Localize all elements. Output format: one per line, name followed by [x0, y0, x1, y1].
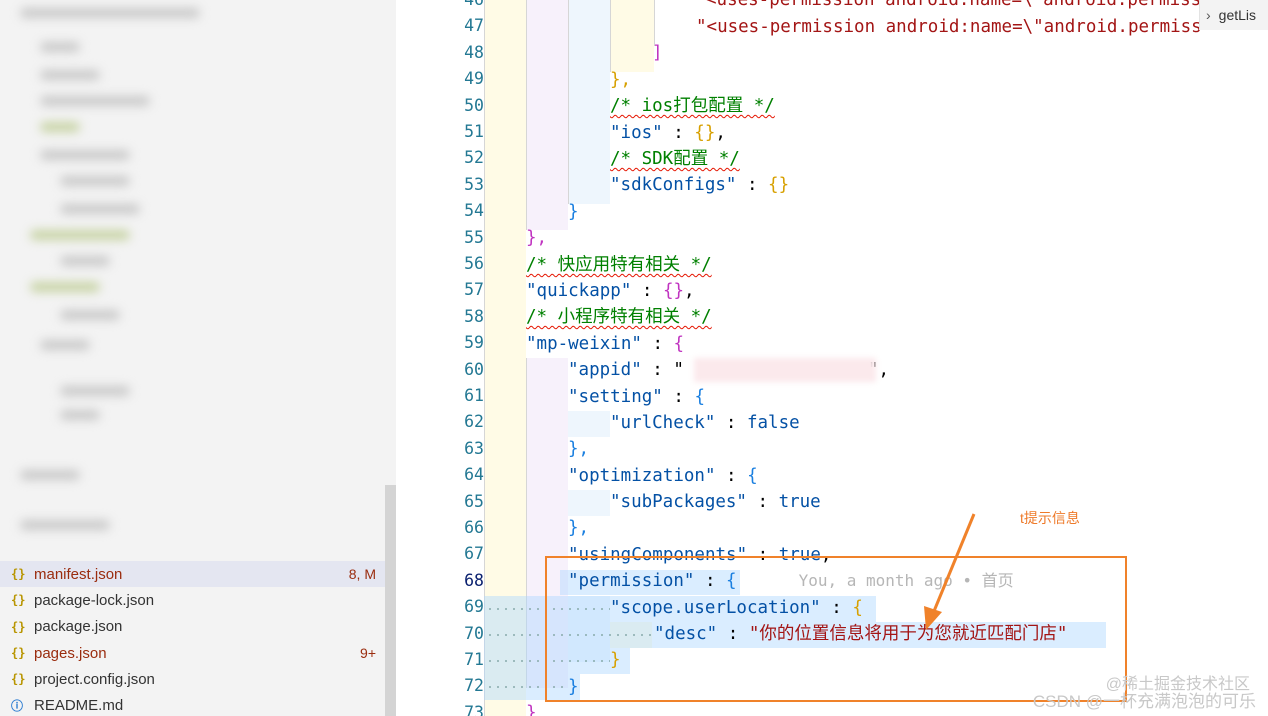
- problem-badge: 8, M: [348, 566, 376, 583]
- annotation-arrow-icon: [924, 513, 976, 630]
- file-name: README.md: [34, 697, 124, 715]
- file-name: manifest.json: [34, 565, 123, 583]
- file-list: {} manifest.json 8, M {} package-lock.js…: [0, 561, 385, 716]
- json-file-icon: {}: [11, 619, 26, 634]
- file-item-package-lock[interactable]: {} package-lock.json: [0, 587, 385, 613]
- code-editor[interactable]: 4647484950515253545556575859606162636465…: [396, 0, 1268, 716]
- file-item-pages[interactable]: {} pages.json 9+: [0, 640, 385, 666]
- file-item-readme[interactable]: ⓘ README.md: [0, 692, 385, 716]
- json-file-icon: {}: [11, 567, 26, 582]
- file-item-manifest[interactable]: {} manifest.json 8, M: [0, 561, 385, 588]
- sidebar-scrollbar[interactable]: [385, 485, 396, 716]
- watermark: CSDN @一杯充满泡泡的可乐: [1032, 692, 1256, 711]
- file-name: package.json: [34, 618, 123, 636]
- file-item-project-config[interactable]: {} project.config.json: [0, 666, 385, 692]
- file-name: package-lock.json: [34, 591, 155, 609]
- blurred-file-tree: [0, 0, 396, 556]
- json-file-icon: {}: [11, 672, 26, 687]
- problem-badge: 9+: [360, 645, 376, 662]
- file-name: pages.json: [34, 644, 107, 662]
- explorer-sidebar: {} manifest.json 8, M {} package-lock.js…: [0, 0, 396, 716]
- json-file-icon: {}: [11, 646, 26, 661]
- file-item-package[interactable]: {} package.json: [0, 614, 385, 640]
- json-file-icon: {}: [11, 593, 26, 608]
- file-name: project.config.json: [34, 670, 155, 688]
- info-file-icon: ⓘ: [11, 699, 24, 714]
